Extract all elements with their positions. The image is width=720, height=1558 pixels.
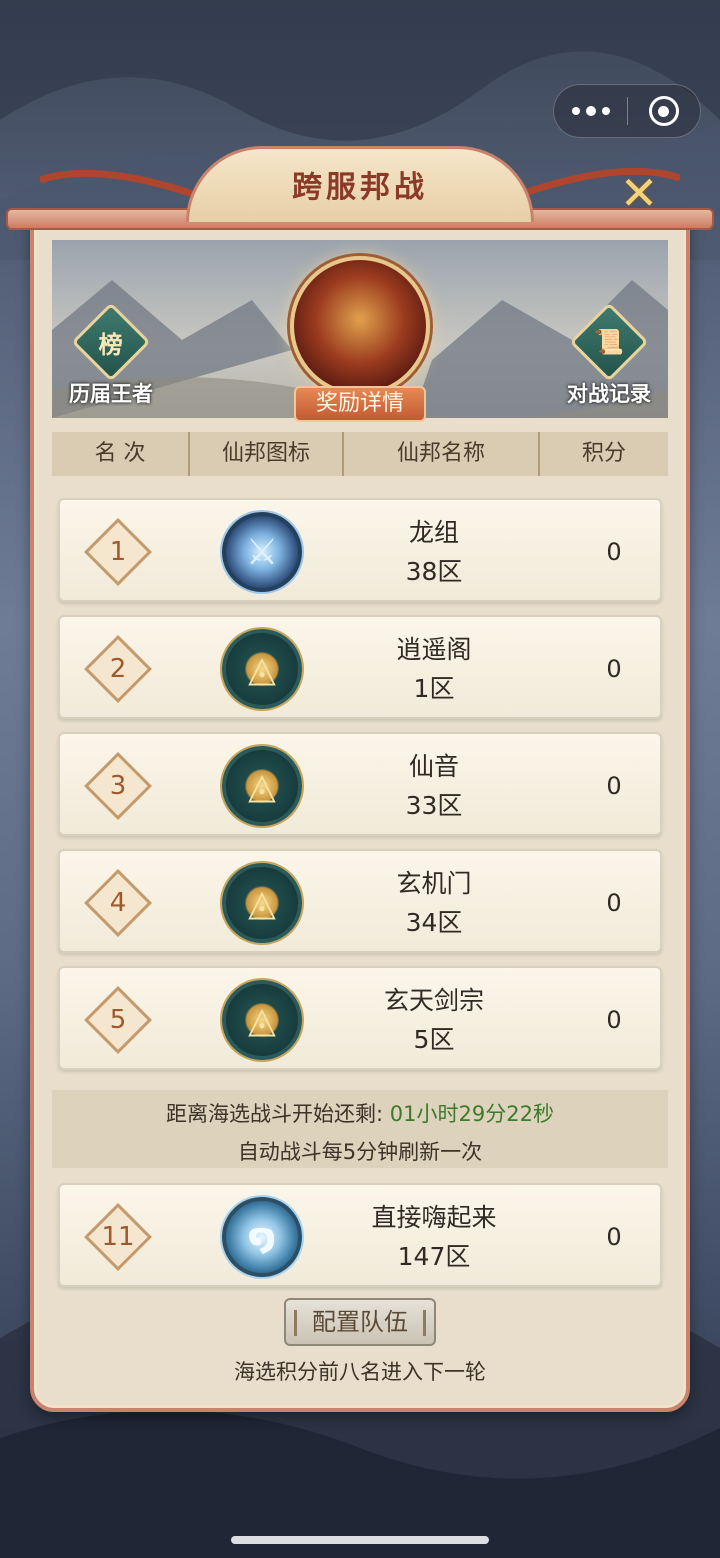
rank-number: 2 <box>109 654 127 684</box>
scroll-icon: 📜 <box>569 302 649 382</box>
table-row[interactable]: 4 ◬ 玄机门 34区 0 <box>58 849 662 953</box>
guild-emblem-icon: ◬ <box>222 629 302 709</box>
rank-number: 11 <box>101 1222 135 1252</box>
guild-zone: 34区 <box>405 908 463 937</box>
guild-name: 逍遥阁 <box>396 635 472 664</box>
guild-emblem-icon: ◬ <box>222 863 302 943</box>
guild-zone: 38区 <box>405 557 463 586</box>
past-champions-button[interactable]: 榜 历届王者 <box>56 302 166 414</box>
header-rank: 名 次 <box>94 441 146 466</box>
countdown-prefix: 距离海选战斗开始还剩: <box>166 1102 390 1126</box>
rank-number: 5 <box>109 1005 127 1035</box>
table-row[interactable]: 1 ⚔ 龙组 38区 0 <box>58 498 662 602</box>
countdown-line: 距离海选战斗开始还剩: 01小时29分22秒 <box>52 1098 668 1128</box>
guild-name: 玄天剑宗 <box>383 986 484 1015</box>
miniprogram-capsule <box>553 84 701 138</box>
qualification-note: 海选积分前八名进入下一轮 <box>234 1360 486 1384</box>
countdown-timer: 01小时29分22秒 <box>389 1102 554 1126</box>
guild-zone: 147区 <box>397 1242 471 1271</box>
guild-zone: 5区 <box>413 1025 455 1054</box>
header-name: 仙邦名称 <box>342 432 538 476</box>
ranking-board-icon: 榜 <box>71 302 151 382</box>
guild-emblem-icon: ໑ <box>222 1197 302 1277</box>
configure-team-button[interactable]: 配置队伍 <box>284 1298 436 1346</box>
guild-score: 0 <box>606 1006 622 1034</box>
page-title: 跨服邦战 <box>292 170 428 205</box>
more-dots-icon[interactable] <box>554 84 627 138</box>
guild-zone: 33区 <box>405 791 463 820</box>
table-row[interactable]: 3 ◬ 仙音 33区 0 <box>58 732 662 836</box>
rank-number: 1 <box>109 537 127 567</box>
countdown-banner: 距离海选战斗开始还剩: 01小时29分22秒 自动战斗每5分钟刷新一次 <box>52 1090 668 1168</box>
rank-number: 3 <box>109 771 127 801</box>
guild-emblem-icon: ◬ <box>222 980 302 1060</box>
guild-score: 0 <box>606 655 622 683</box>
table-row[interactable]: 2 ◬ 逍遥阁 1区 0 <box>58 615 662 719</box>
guild-emblem-icon: ⚔ <box>222 512 302 592</box>
target-close-icon[interactable] <box>628 84 700 138</box>
battle-record-button[interactable]: 📜 对战记录 <box>554 302 664 414</box>
auto-battle-note: 自动战斗每5分钟刷新一次 <box>237 1140 483 1164</box>
guild-score: 0 <box>606 772 622 800</box>
ranking-table-header: 名 次 仙邦图标 仙邦名称 积分 <box>52 432 668 476</box>
past-champions-label: 历届王者 <box>69 382 153 406</box>
guild-score: 0 <box>606 538 622 566</box>
close-x-icon[interactable]: ✕ <box>614 166 664 220</box>
table-row[interactable]: 5 ◬ 玄天剑宗 5区 0 <box>58 966 662 1070</box>
guild-emblem-icon: ◬ <box>222 746 302 826</box>
guild-score: 0 <box>606 1223 622 1251</box>
guild-name: 龙组 <box>408 518 459 547</box>
guild-zone: 1区 <box>413 674 455 703</box>
my-guild-row[interactable]: 11 ໑ 直接嗨起来 147区 0 <box>58 1183 662 1287</box>
guild-name: 直接嗨起来 <box>371 1203 497 1232</box>
header-emblem: 仙邦图标 <box>188 432 342 476</box>
guild-score: 0 <box>606 889 622 917</box>
treasure-chest-icon[interactable] <box>290 256 430 396</box>
battle-record-label: 对战记录 <box>567 382 651 406</box>
header-score: 积分 <box>538 432 668 476</box>
reward-details-button[interactable]: 奖励详情 <box>294 386 426 422</box>
guild-name: 玄机门 <box>396 869 472 898</box>
rank-number: 4 <box>109 888 127 918</box>
guild-name: 仙音 <box>408 752 459 781</box>
home-indicator[interactable] <box>231 1536 489 1544</box>
